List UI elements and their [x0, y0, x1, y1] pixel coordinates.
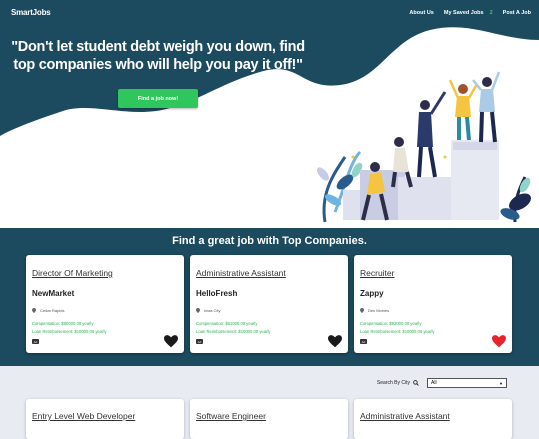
job-title-link[interactable]: Software Engineer [196, 411, 266, 421]
job-card[interactable]: Administrative Assistant [354, 399, 512, 439]
save-heart-icon[interactable] [328, 335, 342, 348]
job-card[interactable]: Recruiter Zappy Des Moines Compensation:… [354, 255, 512, 353]
compensation-text: Compensation: $61000.00 yearly [196, 321, 258, 326]
ad-badge: Ad [32, 339, 39, 344]
compensation-text: Compensation: $80000.00 yearly [32, 321, 94, 326]
map-pin-icon [360, 308, 364, 313]
job-title-link[interactable]: Entry Level Web Developer [32, 411, 135, 421]
map-pin-icon [32, 308, 36, 313]
job-title-link[interactable]: Director Of Marketing [32, 268, 113, 278]
nav-about-us[interactable]: About Us [409, 10, 433, 16]
location-text: Iowa City [204, 308, 221, 313]
search-icon [413, 380, 419, 386]
team-climbing-illustration [317, 71, 531, 223]
job-title-link[interactable]: Administrative Assistant [196, 268, 286, 278]
job-location: Iowa City [196, 308, 220, 313]
job-card[interactable]: Entry Level Web Developer [26, 399, 184, 439]
nav-my-saved-jobs[interactable]: My Saved Jobs [444, 10, 484, 16]
ad-badge: Ad [196, 339, 203, 344]
job-title-link[interactable]: Recruiter [360, 268, 394, 278]
hero-headline: "Don't let student debt weigh you down, … [11, 39, 305, 73]
loan-reimbursement-text: Loan Reimbursement: $10000.00 yearly [32, 329, 107, 334]
chevron-down-icon: ▼ [499, 380, 503, 386]
search-by-city-label: Search By City [377, 380, 419, 386]
location-text: Cedar Rapids [40, 308, 65, 313]
city-select[interactable]: All ▼ [427, 378, 507, 388]
job-card[interactable]: Administrative Assistant HelloFresh Iowa… [190, 255, 348, 353]
job-card[interactable]: Software Engineer [190, 399, 348, 439]
company-name: Zappy [360, 289, 384, 298]
featured-jobs-section: Find a great job with Top Companies. Dir… [0, 228, 539, 366]
brand-logo[interactable]: SmartJobs [11, 8, 51, 17]
compensation-text: Compensation: $82000.00 yearly [360, 321, 422, 326]
job-location: Cedar Rapids [32, 308, 64, 313]
save-heart-icon[interactable] [492, 335, 506, 348]
loan-reimbursement-text: Loan Reimbursement: $10000.00 yearly [196, 329, 271, 334]
city-search: Search By City All ▼ [377, 378, 507, 388]
save-heart-icon[interactable] [164, 335, 178, 348]
nav-links: About Us My Saved Jobs 2 Post A Job [409, 10, 531, 16]
company-name: NewMarket [32, 289, 75, 298]
hero-section: SmartJobs About Us My Saved Jobs 2 Post … [0, 0, 539, 228]
featured-section-title: Find a great job with Top Companies. [172, 235, 367, 247]
ad-badge: Ad [360, 339, 367, 344]
company-name: HelloFresh [196, 289, 238, 298]
top-navbar: SmartJobs About Us My Saved Jobs 2 Post … [0, 0, 539, 26]
search-label-text: Search By City [376, 380, 410, 386]
nav-post-a-job[interactable]: Post A Job [503, 10, 531, 16]
job-location: Des Moines [360, 308, 389, 313]
saved-jobs-count: 2 [489, 10, 493, 16]
loan-reimbursement-text: Loan Reimbursement: $10000.00 yearly [360, 329, 435, 334]
map-pin-icon [196, 308, 200, 313]
find-job-button[interactable]: Find a job now! [118, 89, 198, 108]
location-text: Des Moines [368, 308, 390, 313]
job-title-link[interactable]: Administrative Assistant [360, 411, 450, 421]
job-card[interactable]: Director Of Marketing NewMarket Cedar Ra… [26, 255, 184, 353]
city-select-value: All [431, 380, 437, 386]
